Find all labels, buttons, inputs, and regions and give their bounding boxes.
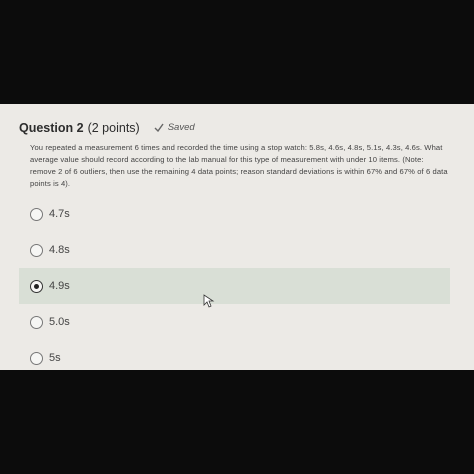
answer-label: 4.9s (49, 280, 70, 292)
answer-options: 4.7s 4.8s 4.9s 5.0s 5s (0, 196, 474, 376)
quiz-panel: Question 2 (2 points) Saved You repeated… (0, 104, 474, 370)
answer-option[interactable]: 4.7s (0, 196, 474, 232)
question-points: (2 points) (87, 121, 140, 135)
answer-option[interactable]: 5s (0, 340, 474, 376)
question-title: Question 2 (19, 121, 84, 135)
saved-status: Saved (154, 122, 195, 133)
answer-option[interactable]: 5.0s (0, 304, 474, 340)
answer-option-selected[interactable]: 4.9s (19, 268, 450, 304)
radio-button-selected[interactable] (30, 279, 43, 293)
answer-label: 4.8s (49, 244, 70, 256)
answer-option[interactable]: 4.8s (0, 232, 474, 268)
answer-label: 5s (49, 352, 61, 364)
saved-label: Saved (167, 122, 195, 133)
radio-dot (34, 283, 39, 289)
radio-button[interactable] (30, 243, 43, 257)
question-text: You repeated a measurement 6 times and r… (30, 143, 448, 188)
mouse-cursor-icon (203, 294, 215, 308)
answer-label: 4.7s (49, 208, 70, 220)
question-header: Question 2 (2 points) Saved (19, 121, 195, 135)
checkmark-icon (154, 123, 164, 132)
radio-button[interactable] (30, 351, 43, 365)
answer-label: 5.0s (49, 316, 70, 328)
radio-button[interactable] (30, 207, 43, 221)
radio-button[interactable] (30, 315, 43, 329)
